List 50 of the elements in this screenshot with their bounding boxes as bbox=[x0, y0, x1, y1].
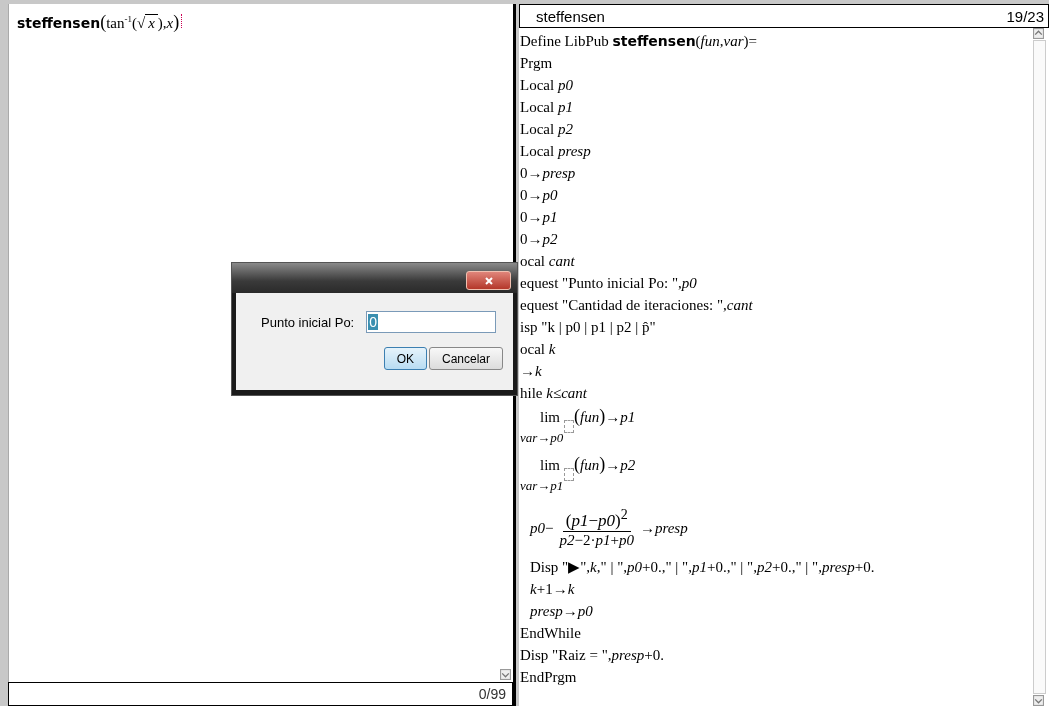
math-term: p0− bbox=[530, 519, 554, 537]
ok-button[interactable]: OK bbox=[383, 347, 427, 370]
scroll-down-icon[interactable] bbox=[1033, 695, 1044, 706]
code-line: Disp "▶",k," | ",p0+0.," | ",p1+0.," | ",p2+0.," | ",presp+0. bbox=[529, 558, 876, 577]
limit-subscript: var→p0 bbox=[520, 430, 564, 446]
code-line: presp→p0 bbox=[528, 602, 594, 621]
code-line: hile k≤cant bbox=[520, 384, 588, 403]
code-line: equest "Punto inicial Po: ",p0 bbox=[520, 274, 698, 293]
program-editor[interactable] bbox=[519, 28, 1049, 706]
code-line: isp "k | p0 | p1 | p2 | p̂" bbox=[520, 318, 657, 337]
code-line: equest "Cantidad de iteraciones: ",cant bbox=[520, 296, 754, 315]
program-name: steffensen bbox=[536, 7, 605, 25]
code-line: Local p1 bbox=[520, 98, 574, 117]
code-line: ocal k bbox=[520, 340, 557, 359]
input-field[interactable]: 0 bbox=[366, 311, 497, 333]
code-line: Local p0 bbox=[520, 76, 574, 95]
scrollbar[interactable] bbox=[1033, 28, 1046, 706]
code-line: 0→p2 bbox=[520, 230, 559, 249]
placeholder-box bbox=[564, 420, 575, 433]
code-line: 0→p1 bbox=[520, 208, 559, 227]
code-line: ocal cant bbox=[520, 252, 576, 271]
math-term: →presp bbox=[639, 519, 688, 537]
limit-subscript: var→p1 bbox=[520, 478, 564, 494]
code-line: →k bbox=[520, 362, 543, 381]
code-line: 0→presp bbox=[520, 164, 577, 183]
limit-operator: lim bbox=[540, 457, 560, 473]
cancel-button[interactable]: Cancelar bbox=[428, 347, 503, 370]
close-button[interactable] bbox=[466, 271, 511, 290]
fraction-numerator: (p1−p0)$^{2}$ bbox=[562, 507, 631, 532]
calculator-entry[interactable]: steffensen(tan$^{-1}$(√ x ),x) bbox=[9, 4, 192, 38]
code-line: EndWhile bbox=[520, 624, 582, 643]
limit-expression: (fun)→p1 bbox=[574, 409, 636, 425]
field-label: Punto inicial Po: bbox=[261, 314, 355, 330]
code-line: 0→p0 bbox=[520, 186, 559, 205]
code-line: EndPrgm bbox=[520, 668, 578, 687]
code-line: Local presp bbox=[520, 142, 592, 161]
code-line: k+1→k bbox=[529, 580, 576, 599]
scroll-down-icon[interactable] bbox=[500, 669, 511, 680]
code-line: Disp "Raiz = ",presp+0. bbox=[520, 646, 666, 665]
limit-operator: lim bbox=[540, 409, 560, 425]
fraction-denominator: p2−2·p1+p0 bbox=[558, 531, 635, 549]
history-counter: 0/99 bbox=[8, 682, 513, 706]
code-line: Prgm bbox=[520, 54, 554, 73]
placeholder-box bbox=[564, 468, 575, 481]
line-position: 19/23 bbox=[1006, 7, 1044, 25]
code-line: Local p2 bbox=[520, 120, 574, 139]
code-line: Define LibPub steffensen(fun,var)= bbox=[520, 32, 758, 51]
scroll-up-icon[interactable] bbox=[1033, 28, 1044, 39]
limit-expression: (fun)→p2 bbox=[574, 457, 636, 473]
close-icon bbox=[483, 275, 494, 286]
